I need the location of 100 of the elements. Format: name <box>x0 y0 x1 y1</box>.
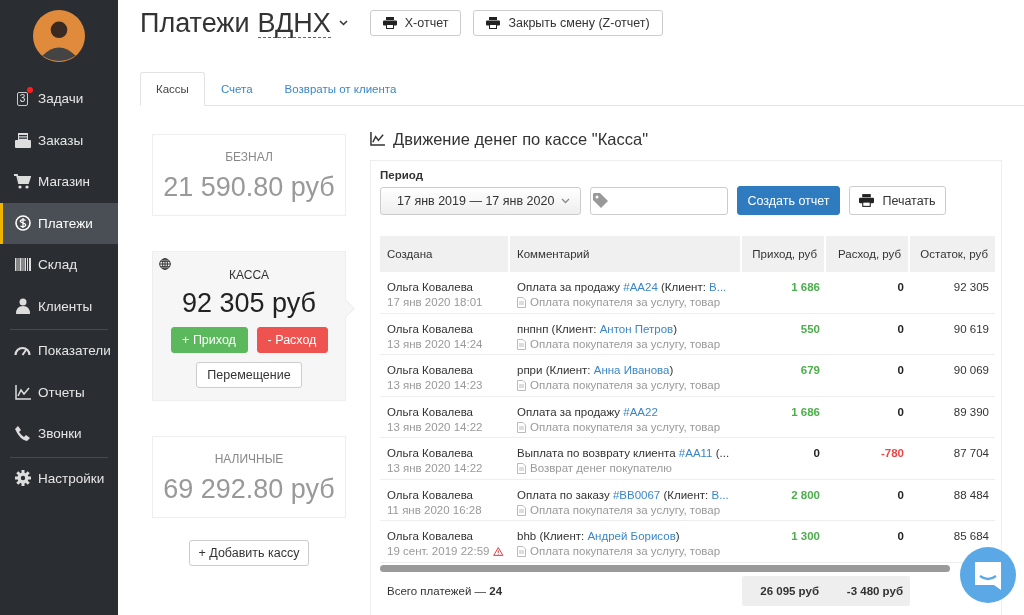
payment-comment: Выплата по возврату клиента #AA11 (... <box>517 446 731 461</box>
phone-icon <box>15 426 30 442</box>
period-label: Период <box>380 169 424 181</box>
income-amount: 1 686 <box>791 405 820 418</box>
document-icon <box>517 338 526 350</box>
payment-date: 19 сент. 2019 22:59 <box>387 544 490 559</box>
line-chart-icon <box>370 132 385 146</box>
printer-icon <box>382 17 397 29</box>
author-name: Ольга Ковалева <box>387 280 474 295</box>
sidebar-item[interactable]: Отчеты <box>0 371 118 413</box>
comment-link[interactable]: Антон Петров <box>599 322 674 335</box>
document-icon <box>517 380 526 391</box>
tag-icon <box>593 193 608 208</box>
comment-link[interactable]: #AA24 <box>623 281 658 293</box>
payment-comment: пнпнп (Клиент: Антон Петров) <box>517 321 679 337</box>
comment-link[interactable]: В... <box>709 281 727 293</box>
balance-amount: 90 619 <box>953 322 989 335</box>
sidebar-item[interactable]: Заказы <box>0 119 118 161</box>
income-amount: 1 686 <box>791 281 820 293</box>
column-header: Приход, руб <box>742 236 826 272</box>
payment-date: 11 янв 2020 16:28 <box>387 502 482 518</box>
chat-bubble-icon[interactable] <box>960 547 1016 603</box>
column-header: Комментарий <box>510 236 742 272</box>
sidebar-item[interactable]: Настройки <box>0 457 118 499</box>
balance-amount: 88 484 <box>953 488 989 501</box>
comment-link[interactable]: Анна Иванова <box>593 364 670 376</box>
balance-amount: 85 684 <box>953 530 989 542</box>
expense-amount: 0 <box>897 530 904 542</box>
sidebar-item[interactable]: Клиенты <box>0 285 118 327</box>
payment-note: Возврат денег покупателю <box>530 461 672 476</box>
tray-icon <box>14 132 31 148</box>
document-icon <box>517 463 526 474</box>
card-amount: 69 292.80 руб <box>163 474 335 505</box>
income-amount: 0 <box>813 447 820 459</box>
chevron-down-icon <box>561 197 570 204</box>
globe-icon <box>159 258 171 270</box>
comment-link[interactable]: В... <box>711 488 729 501</box>
payment-note: Оплата покупателя за услугу, товар <box>530 544 721 559</box>
balance-amount: 90 069 <box>953 364 989 376</box>
cash-card[interactable]: БЕЗНАЛ 21 590.80 руб <box>152 134 346 216</box>
sidebar-item[interactable]: Показатели <box>0 330 118 372</box>
settings-icon <box>14 470 31 487</box>
expense-amount: 0 <box>897 281 904 293</box>
expense-amount: -780 <box>880 447 904 459</box>
sidebar-item[interactable]: Склад <box>0 244 118 286</box>
author-name: Ольга Ковалева <box>387 529 474 544</box>
printer-icon <box>859 194 875 207</box>
comment-link[interactable]: Андрей Борисов <box>587 530 676 542</box>
transfer-button[interactable]: Перемещение <box>196 362 302 388</box>
sidebar-item[interactable]: Магазин <box>0 161 118 203</box>
payment-note: Оплата покупателя за услугу, товар <box>530 419 721 435</box>
expense-amount: 0 <box>897 405 904 418</box>
add-register-button[interactable]: + Добавить кассу <box>189 540 309 566</box>
payment-note: Оплата покупателя за услугу, товар <box>530 502 721 518</box>
comment-link[interactable]: #BB0067 <box>612 488 661 501</box>
barcode-icon <box>14 258 31 272</box>
avatar-icon[interactable] <box>33 10 85 62</box>
create-report-button[interactable]: Создать отчет <box>737 186 840 215</box>
sidebar-item[interactable]: 3 Задачи <box>0 78 118 120</box>
payment-comment: Оплата по заказу #BB0067 (Клиент: В... <box>517 487 730 503</box>
payment-note: Оплата покупателя за услугу, товар <box>530 295 721 310</box>
comment-link[interactable]: #AA22 <box>623 405 658 418</box>
print-report-button[interactable]: X-отчет <box>369 10 462 36</box>
tab[interactable]: Кассы <box>140 72 205 106</box>
comment-link[interactable]: #AA11 <box>678 447 713 459</box>
payment-comment: bhb (Клиент: Андрей Борисов) <box>517 529 681 544</box>
author-name: Ольга Ковалева <box>387 363 474 378</box>
author-name: Ольга Ковалева <box>387 446 474 461</box>
sidebar-item[interactable]: Платежи <box>0 202 118 244</box>
payment-date: 13 янв 2020 14:23 <box>387 378 483 393</box>
author-name: Ольга Ковалева <box>387 487 474 503</box>
income-amount: 2 800 <box>791 488 820 501</box>
dollar-icon <box>14 215 31 232</box>
print-report-button[interactable]: Закрыть смену (Z-отчет) <box>473 10 663 36</box>
location-dropdown[interactable]: ВДНХ <box>257 8 331 38</box>
report-title: Движение денег по кассе "Касса" <box>393 129 649 149</box>
print-button[interactable]: Печатать <box>849 186 946 215</box>
payment-date: 13 янв 2020 14:22 <box>387 419 483 435</box>
period-dropdown[interactable]: 17 янв 2019 — 17 янв 2020 <box>380 186 581 215</box>
expense-total: -3 480 руб <box>845 583 904 599</box>
column-header: Создана <box>380 236 510 272</box>
expense-amount: 0 <box>897 322 904 335</box>
page-title: Платежи <box>140 7 250 39</box>
tag-input-field[interactable] <box>590 186 728 215</box>
tab[interactable]: Счета <box>204 72 269 106</box>
tab[interactable]: Возвраты от клиента <box>268 72 413 106</box>
document-icon <box>517 504 526 516</box>
payment-comment: Оплата за продажу #AA22 <box>517 404 659 420</box>
payment-date: 13 янв 2020 14:22 <box>387 461 483 476</box>
card-amount: 92 305 руб <box>181 288 317 319</box>
task-count-badge: 3 <box>16 91 29 106</box>
payment-note: Оплата покупателя за услугу, товар <box>530 378 721 393</box>
sidebar-item[interactable]: Звонки <box>0 413 118 455</box>
payment-count: Всего платежей — 24 <box>387 584 503 597</box>
column-header: Остаток, руб <box>919 247 989 262</box>
cash-card[interactable]: НАЛИЧНЫЕ 69 292.80 руб <box>152 436 346 518</box>
gauge-icon <box>14 345 31 357</box>
person-icon <box>15 298 30 315</box>
horizontal-scrollbar[interactable] <box>380 564 950 572</box>
caret-icon[interactable] <box>338 20 348 26</box>
